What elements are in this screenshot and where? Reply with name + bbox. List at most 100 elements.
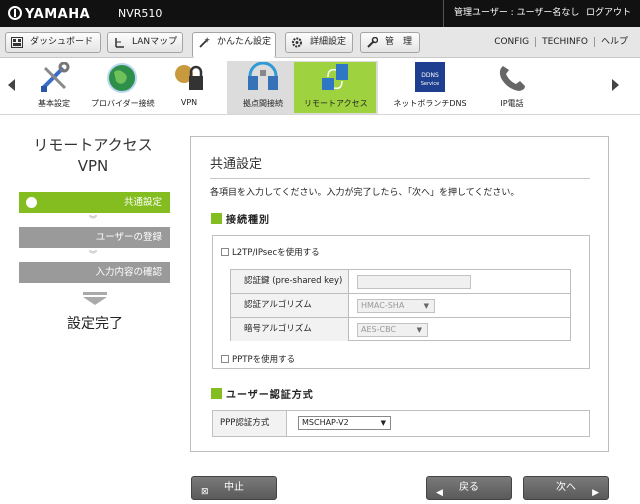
ppp-auth-value: MSCHAP-V2: [302, 418, 349, 427]
nav-netvolante-dns[interactable]: DDNS Service ネットボランチDNS: [390, 62, 470, 114]
model-name: NVR510: [118, 7, 163, 20]
dropdown-arrow-icon: ▼: [423, 302, 429, 310]
help-link[interactable]: ヘルプ: [593, 37, 634, 47]
title-divider: [210, 178, 590, 179]
wrench-icon: [367, 37, 378, 48]
scroll-right-arrow-icon[interactable]: [612, 79, 619, 91]
encryption-algorithm-label: 暗号アルゴリズム: [231, 318, 349, 341]
tab-lanmap[interactable]: LANマップ: [107, 32, 183, 53]
phone-icon: [499, 66, 525, 91]
pptp-checkbox-label: PPTPを使用する: [232, 355, 296, 365]
auth-algorithm-value: HMAC-SHA: [361, 301, 405, 310]
wizard-done-label: 設定完了: [67, 316, 123, 332]
wizard-step-label: ユーザーの登録: [95, 232, 162, 243]
wizard-step-confirm: 入力内容の確認: [19, 262, 170, 283]
tab-dashboard[interactable]: ダッシュボード: [5, 32, 101, 53]
wizard-title: リモートアクセス VPN: [12, 135, 174, 177]
nav-provider-label: プロバイダー接続: [91, 99, 155, 108]
scroll-left-arrow-icon[interactable]: [8, 79, 15, 91]
panel-description: 各項目を入力してください。入力が完了したら、「次へ」を押してください。: [210, 188, 520, 198]
connection-type-box: L2TP/IPsecを使用する 認証鍵 (pre-shared key) 認証ア…: [212, 235, 590, 369]
nav-site-to-site[interactable]: 拠点間接続: [232, 62, 294, 114]
dropdown-arrow-icon: ▼: [380, 419, 386, 427]
encryption-algorithm-select[interactable]: AES-CBC ▼: [357, 323, 428, 337]
l2tp-checkbox[interactable]: [221, 248, 229, 256]
tab-management[interactable]: 管 理: [360, 32, 420, 53]
top-bar: YAMAHA NVR510 管理ユーザー : ユーザー名なし ログアウト: [0, 0, 640, 27]
nav-site-to-site-label: 拠点間接続: [243, 99, 283, 108]
wizard-step-user-registration: ユーザーの登録: [19, 227, 170, 248]
auth-algorithm-select[interactable]: HMAC-SHA ▼: [357, 299, 435, 313]
l2tp-checkbox-row[interactable]: L2TP/IPsecを使用する: [221, 246, 320, 258]
remote-access-icon: [322, 64, 348, 90]
wizard-step-label: 共通設定: [123, 197, 162, 208]
nav-ip-phone-label: IP電話: [500, 99, 524, 108]
main-tab-row: ダッシュボード LANマップ かんたん設定 詳細設定 管 理 CONFIG TEC…: [0, 27, 640, 58]
table-row: 認証鍵 (pre-shared key): [231, 270, 570, 294]
back-arrow-icon: ◀: [436, 488, 443, 498]
table-row: 認証アルゴリズム HMAC-SHA ▼: [231, 294, 570, 318]
close-box-icon: ⊠: [201, 487, 209, 497]
nav-remote-access[interactable]: リモートアクセス: [304, 62, 368, 114]
section-connection-type: 接続種別: [211, 211, 270, 226]
settings-panel: 共通設定 各項目を入力してください。入力が完了したら、「次へ」を押してください。…: [190, 136, 609, 452]
auth-algorithm-label: 認証アルゴリズム: [231, 294, 349, 317]
lanmap-icon: [115, 38, 124, 48]
tools-icon: [41, 62, 70, 92]
l2tp-checkbox-label: L2TP/IPsecを使用する: [232, 248, 320, 258]
tuning-fork-icon: [8, 6, 22, 20]
next-arrow-icon: ▶: [592, 488, 599, 498]
cancel-button-label: 中止: [224, 482, 244, 493]
tab-easy-setup-label: かんたん設定: [217, 37, 272, 47]
back-button[interactable]: ◀ 戻る: [426, 476, 512, 500]
yamaha-logo: YAMAHA: [8, 6, 90, 22]
tab-lanmap-label: LANマップ: [132, 37, 178, 47]
feature-icon-row: 基本設定 プロバイダー接続 VPN 拠点間接続 リモートアクセス DDNS Ser…: [0, 58, 640, 115]
section-title: 接続種別: [226, 215, 270, 226]
dns-service-icon: DDNS Service: [415, 62, 445, 92]
tab-easy-setup[interactable]: かんたん設定: [192, 32, 276, 58]
section-user-auth: ユーザー認証方式: [211, 386, 314, 401]
wand-icon: [199, 37, 210, 48]
config-link[interactable]: CONFIG: [488, 37, 535, 47]
user-info: 管理ユーザー : ユーザー名なし: [443, 0, 579, 27]
nav-vpn[interactable]: VPN: [158, 62, 220, 114]
cancel-button[interactable]: ⊠ 中止: [191, 476, 277, 500]
gear-icon: [292, 37, 302, 48]
svg-text:Service: Service: [421, 81, 439, 87]
psk-label: 認証鍵 (pre-shared key): [231, 270, 349, 293]
next-button[interactable]: 次へ ▶: [523, 476, 609, 500]
section-title: ユーザー認証方式: [226, 390, 314, 401]
wizard-title-line2: VPN: [77, 157, 109, 175]
wizard-step-label: 入力内容の確認: [95, 267, 162, 278]
logo-text: YAMAHA: [25, 7, 91, 22]
section-marker-icon: [211, 213, 222, 224]
tab-dashboard-label: ダッシュボード: [30, 37, 94, 47]
psk-input[interactable]: [357, 275, 471, 289]
logout-link[interactable]: ログアウト: [586, 0, 631, 27]
dropdown-arrow-icon: ▼: [416, 326, 422, 334]
tab-management-label: 管 理: [385, 37, 413, 47]
user-auth-box: PPP認証方式 MSCHAP-V2 ▼: [212, 410, 590, 437]
back-button-label: 戻る: [459, 482, 479, 493]
nav-basic-settings[interactable]: 基本設定: [23, 62, 85, 114]
chevron-down-icon: ︾: [89, 250, 97, 259]
encryption-algorithm-value: AES-CBC: [361, 325, 397, 334]
techinfo-link[interactable]: TECHINFO: [535, 37, 594, 47]
down-arrow-icon: [83, 292, 107, 305]
dashboard-icon: [11, 37, 23, 48]
header-links: CONFIG TECHINFO ヘルプ: [488, 27, 634, 57]
pptp-checkbox-row[interactable]: PPTPを使用する: [221, 353, 295, 365]
svg-text:DDNS: DDNS: [421, 72, 439, 79]
ppp-auth-select[interactable]: MSCHAP-V2 ▼: [298, 416, 391, 430]
current-step-dot-icon: [26, 197, 37, 208]
nav-ip-phone[interactable]: IP電話: [481, 62, 543, 114]
nav-vpn-label: VPN: [180, 98, 198, 107]
l2tp-settings-table: 認証鍵 (pre-shared key) 認証アルゴリズム HMAC-SHA ▼ …: [230, 269, 571, 341]
tab-advanced-label: 詳細設定: [310, 37, 347, 47]
site-to-site-icon: [248, 62, 278, 90]
pptp-checkbox[interactable]: [221, 355, 229, 363]
panel-title: 共通設定: [210, 157, 263, 172]
nav-provider[interactable]: プロバイダー接続: [91, 62, 155, 114]
tab-advanced[interactable]: 詳細設定: [285, 32, 353, 53]
